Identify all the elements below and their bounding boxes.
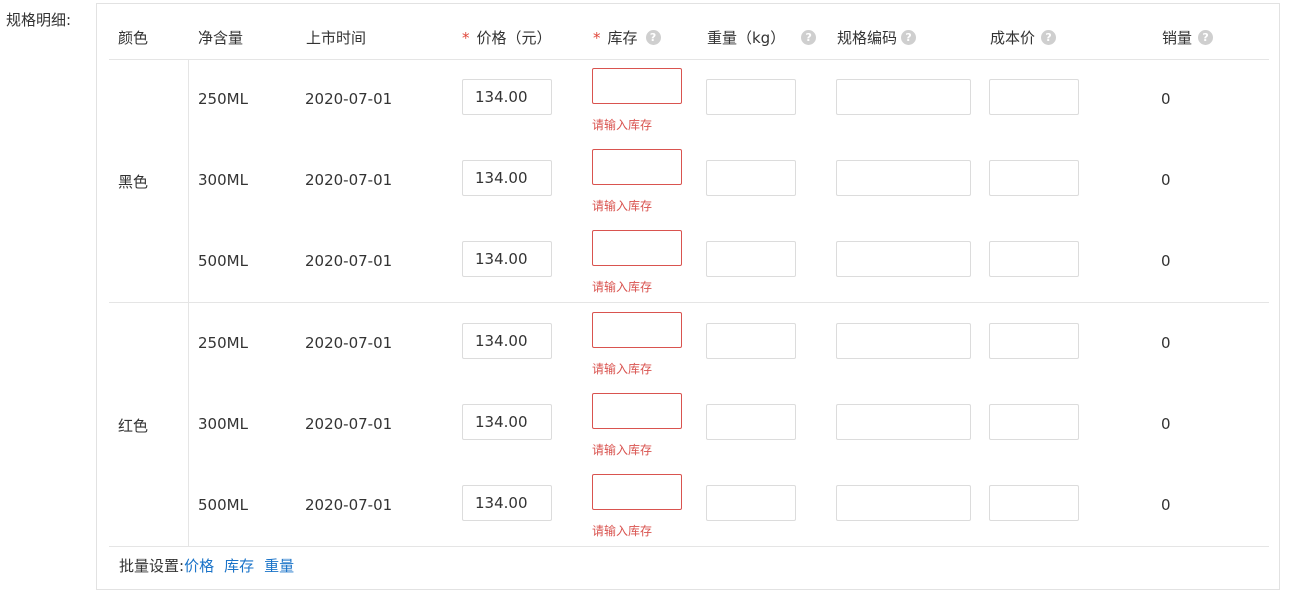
help-icon[interactable]: ? — [1041, 30, 1057, 45]
help-icon[interactable]: ? — [1198, 30, 1214, 45]
weight-input[interactable] — [706, 79, 796, 115]
stock-error-text: 请输入库存 — [592, 118, 653, 132]
weight-input[interactable] — [706, 160, 796, 196]
cell-sales: 0 — [1161, 496, 1171, 514]
stock-input[interactable] — [592, 149, 682, 185]
cell-sales: 0 — [1161, 171, 1171, 189]
code-input[interactable] — [836, 79, 971, 115]
header-date: 上市时间 — [306, 29, 367, 47]
price-input[interactable]: 134.00 — [462, 323, 552, 359]
group-separator — [109, 546, 1269, 547]
code-input[interactable] — [836, 160, 971, 196]
stock-input[interactable] — [592, 312, 682, 348]
cell-sales: 0 — [1161, 415, 1171, 433]
cell-volume: 500ML — [198, 252, 248, 270]
group-separator — [109, 302, 1269, 303]
cost-input[interactable] — [989, 404, 1079, 440]
group-divider — [188, 303, 189, 546]
batch-stock-link[interactable]: 库存 — [224, 555, 254, 576]
cell-volume: 500ML — [198, 496, 248, 514]
batch-settings: 批量设置: 价格 库存 重量 — [119, 555, 294, 576]
stock-input[interactable] — [592, 68, 682, 104]
batch-settings-label: 批量设置: — [119, 557, 185, 575]
stock-input[interactable] — [592, 474, 682, 510]
code-input[interactable] — [836, 241, 971, 277]
cost-input[interactable] — [989, 485, 1079, 521]
header-code: 规格编码? — [837, 27, 917, 48]
header-color: 颜色 — [118, 29, 149, 47]
cell-volume: 300ML — [198, 415, 248, 433]
code-input[interactable] — [836, 485, 971, 521]
cost-input[interactable] — [989, 79, 1079, 115]
stock-input[interactable] — [592, 393, 682, 429]
cell-date: 2020-07-01 — [305, 334, 393, 352]
help-icon[interactable]: ? — [801, 30, 817, 45]
price-input[interactable]: 134.00 — [462, 79, 552, 115]
cost-input[interactable] — [989, 323, 1079, 359]
batch-price-link[interactable]: 价格 — [184, 555, 214, 576]
cell-date: 2020-07-01 — [305, 496, 393, 514]
group-divider — [188, 59, 189, 302]
table-header: 颜色 净含量 上市时间 * 价格（元） * 库存? 重量（kg）? 规格编码? 成本… — [109, 4, 1269, 60]
code-input[interactable] — [836, 323, 971, 359]
weight-input[interactable] — [706, 485, 796, 521]
cell-volume: 300ML — [198, 171, 248, 189]
weight-input[interactable] — [706, 404, 796, 440]
spec-table-panel: 颜色 净含量 上市时间 * 价格（元） * 库存? 重量（kg）? 规格编码? 成本… — [96, 3, 1280, 590]
group-color: 黑色 — [118, 173, 149, 191]
required-mark: * — [462, 28, 470, 47]
weight-input[interactable] — [706, 241, 796, 277]
cell-sales: 0 — [1161, 334, 1171, 352]
cell-sales: 0 — [1161, 252, 1171, 270]
cell-sales: 0 — [1161, 90, 1171, 108]
header-weight: 重量（kg）? — [707, 27, 817, 48]
batch-weight-link[interactable]: 重量 — [264, 555, 294, 576]
cost-input[interactable] — [989, 241, 1079, 277]
cell-date: 2020-07-01 — [305, 90, 393, 108]
cost-input[interactable] — [989, 160, 1079, 196]
header-price: * 价格（元） — [462, 28, 552, 48]
price-input[interactable]: 134.00 — [462, 485, 552, 521]
stock-error-text: 请输入库存 — [592, 280, 653, 294]
cell-volume: 250ML — [198, 334, 248, 352]
weight-input[interactable] — [706, 323, 796, 359]
stock-error-text: 请输入库存 — [592, 199, 653, 213]
stock-error-text: 请输入库存 — [592, 443, 653, 457]
header-volume: 净含量 — [198, 29, 244, 47]
price-input[interactable]: 134.00 — [462, 404, 552, 440]
spec-detail-label: 规格明细: — [6, 11, 72, 29]
stock-input[interactable] — [592, 230, 682, 266]
group-color: 红色 — [118, 417, 149, 435]
cell-date: 2020-07-01 — [305, 252, 393, 270]
cell-date: 2020-07-01 — [305, 171, 393, 189]
required-mark: * — [593, 28, 601, 47]
code-input[interactable] — [836, 404, 971, 440]
header-stock: * 库存? — [593, 27, 661, 48]
cell-date: 2020-07-01 — [305, 415, 393, 433]
help-icon[interactable]: ? — [645, 30, 661, 45]
cell-volume: 250ML — [198, 90, 248, 108]
stock-error-text: 请输入库存 — [592, 524, 653, 538]
stock-error-text: 请输入库存 — [592, 362, 653, 376]
help-icon[interactable]: ? — [901, 30, 917, 45]
price-input[interactable]: 134.00 — [462, 160, 552, 196]
header-cost: 成本价? — [990, 27, 1057, 48]
price-input[interactable]: 134.00 — [462, 241, 552, 277]
header-sales: 销量? — [1162, 27, 1214, 48]
